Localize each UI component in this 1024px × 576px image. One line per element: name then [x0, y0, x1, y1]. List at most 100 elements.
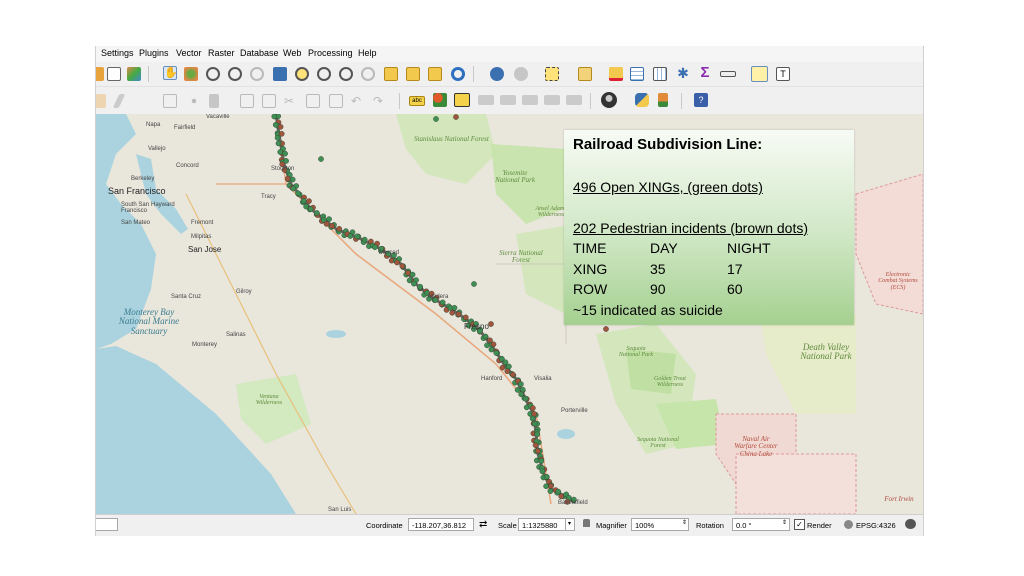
zoom-layer-icon[interactable]	[295, 67, 309, 81]
zoom-last-icon[interactable]	[317, 67, 331, 81]
incident-dot	[455, 311, 462, 317]
measure-icon[interactable]	[720, 71, 736, 77]
help-book-icon[interactable]: ?	[694, 93, 708, 107]
statistics-sigma-icon[interactable]: Σ	[698, 65, 712, 80]
crs-globe-icon[interactable]	[844, 520, 853, 529]
label-move-icon[interactable]	[478, 95, 494, 105]
menu-database[interactable]: Database	[240, 48, 279, 58]
run-action-icon[interactable]	[514, 67, 528, 81]
zoom-full-icon[interactable]	[250, 67, 264, 81]
attribute-table-icon[interactable]	[630, 67, 644, 81]
label-show-icon[interactable]	[544, 95, 560, 105]
attribute-edit-icon[interactable]	[240, 94, 254, 108]
city-santa-cruz: Santa Cruz	[171, 294, 202, 300]
open-project-icon[interactable]	[96, 67, 104, 81]
menu-plugins[interactable]: Plugins	[139, 48, 169, 58]
render-checkbox[interactable]: ✓	[794, 519, 805, 530]
lock-scale-icon[interactable]	[583, 519, 590, 527]
city-vallejo: Vallejo	[148, 146, 166, 152]
sequoia-forest-label: Sequoia National Forest	[637, 437, 679, 450]
label-highlight-icon[interactable]	[454, 93, 470, 107]
label-rotate-icon[interactable]	[500, 95, 516, 105]
messages-icon[interactable]	[905, 519, 916, 529]
menu-raster[interactable]: Raster	[208, 48, 235, 58]
cut-features-icon[interactable]: ✂	[284, 94, 298, 108]
python-console-icon[interactable]	[635, 93, 649, 107]
city-milpitas: Milpitas	[191, 234, 212, 240]
scale-dropdown-icon[interactable]: ▾	[565, 518, 575, 531]
coordinate-field[interactable]: -118.207,36.812	[408, 518, 474, 531]
select-features-icon[interactable]	[545, 67, 559, 81]
city-fremont: Fremont	[191, 220, 214, 226]
redo-icon[interactable]: ↷	[373, 94, 387, 108]
menu-processing[interactable]: Processing	[308, 48, 353, 58]
copy-features-icon[interactable]	[306, 94, 320, 108]
monterey-bay-label: Monterey Bay National Marine Sanctuary	[118, 307, 180, 336]
incident-dot	[453, 114, 459, 120]
toggle-extents-icon[interactable]: ⇄	[479, 519, 487, 530]
paste-features-icon[interactable]	[329, 94, 343, 108]
osm-plugin-icon[interactable]	[601, 92, 617, 108]
xings-count: 496 Open XINGs, (green dots)	[573, 179, 763, 195]
menu-web[interactable]: Web	[283, 48, 301, 58]
style-icon[interactable]	[127, 67, 141, 81]
city-napa: Napa	[146, 122, 161, 128]
label-change-icon[interactable]	[522, 95, 538, 105]
menu-settings[interactable]: Settings	[101, 48, 134, 58]
text-annotation-icon[interactable]: T	[776, 67, 790, 81]
naval-air-label: Naval Air Warfare Center China Lake	[734, 435, 778, 458]
incident-dot	[490, 341, 497, 348]
processing-toolbox-icon[interactable]: ✱	[676, 66, 690, 80]
magnifier-spin-icon[interactable]: ⇕	[682, 519, 687, 526]
incident-dot	[329, 223, 335, 229]
zoom-out-icon[interactable]	[228, 67, 242, 81]
new-bookmark-icon[interactable]	[361, 67, 375, 81]
xing-dot	[493, 350, 500, 356]
golden-trout-label: Golden Trout Wilderness	[654, 376, 686, 389]
zoom-selection-icon[interactable]	[273, 67, 287, 81]
label-toggle-icon[interactable]	[566, 95, 582, 105]
undo-icon[interactable]: ↶	[351, 94, 365, 108]
label-abc-icon[interactable]: abc	[409, 96, 425, 106]
edit-pencil-icon[interactable]	[112, 94, 126, 108]
map-canvas[interactable]: Stanislaus National Forest Yosemite Nati…	[96, 114, 923, 514]
digitize-pencil-icon[interactable]	[96, 94, 106, 108]
xing-dot	[272, 122, 279, 128]
spatial-bookmark-icon[interactable]	[428, 67, 442, 81]
menu-vector[interactable]: Vector	[176, 48, 202, 58]
select-by-value-icon[interactable]	[578, 67, 592, 81]
map-tips-icon[interactable]	[751, 66, 768, 82]
save-edits-icon[interactable]	[163, 94, 177, 108]
spatial-bookmark-icon[interactable]	[406, 67, 420, 81]
city-concord: Concord	[176, 163, 199, 169]
zoom-next-icon[interactable]	[339, 67, 353, 81]
crs-label[interactable]: EPSG:4326	[856, 521, 896, 530]
table-row-xing-night: 17	[727, 261, 743, 277]
field-calculator-icon[interactable]	[653, 67, 667, 81]
incident-dot	[323, 221, 330, 227]
locator-search-input[interactable]	[96, 518, 118, 531]
vertex-tool-icon[interactable]	[209, 94, 219, 108]
magnifier-field[interactable]: 100%	[631, 518, 689, 531]
menu-help[interactable]: Help	[358, 48, 377, 58]
xing-dot	[289, 176, 296, 183]
scale-field[interactable]: 1:1325880	[518, 518, 566, 531]
delete-selected-icon[interactable]	[262, 94, 276, 108]
identify-icon[interactable]	[490, 67, 504, 81]
layer-properties-icon[interactable]	[107, 67, 121, 81]
deselect-icon[interactable]	[609, 67, 623, 81]
show-bookmarks-icon[interactable]	[384, 67, 398, 81]
zoom-in-icon[interactable]	[206, 67, 220, 81]
pan-hand-icon[interactable]: ✋	[163, 66, 178, 80]
incident-dot	[306, 198, 312, 204]
table-header-night: NIGHT	[727, 240, 771, 256]
gps-tool-icon[interactable]	[658, 93, 668, 107]
add-feature-icon[interactable]	[187, 94, 201, 108]
pan-to-selection-icon[interactable]	[184, 67, 198, 81]
refresh-icon[interactable]	[451, 67, 465, 81]
rotation-spin-icon[interactable]: ⇕	[782, 519, 787, 526]
label-pin-icon[interactable]	[433, 93, 447, 107]
xing-dot	[451, 304, 458, 311]
xing-dot	[502, 359, 509, 366]
xing-dot	[277, 149, 283, 155]
